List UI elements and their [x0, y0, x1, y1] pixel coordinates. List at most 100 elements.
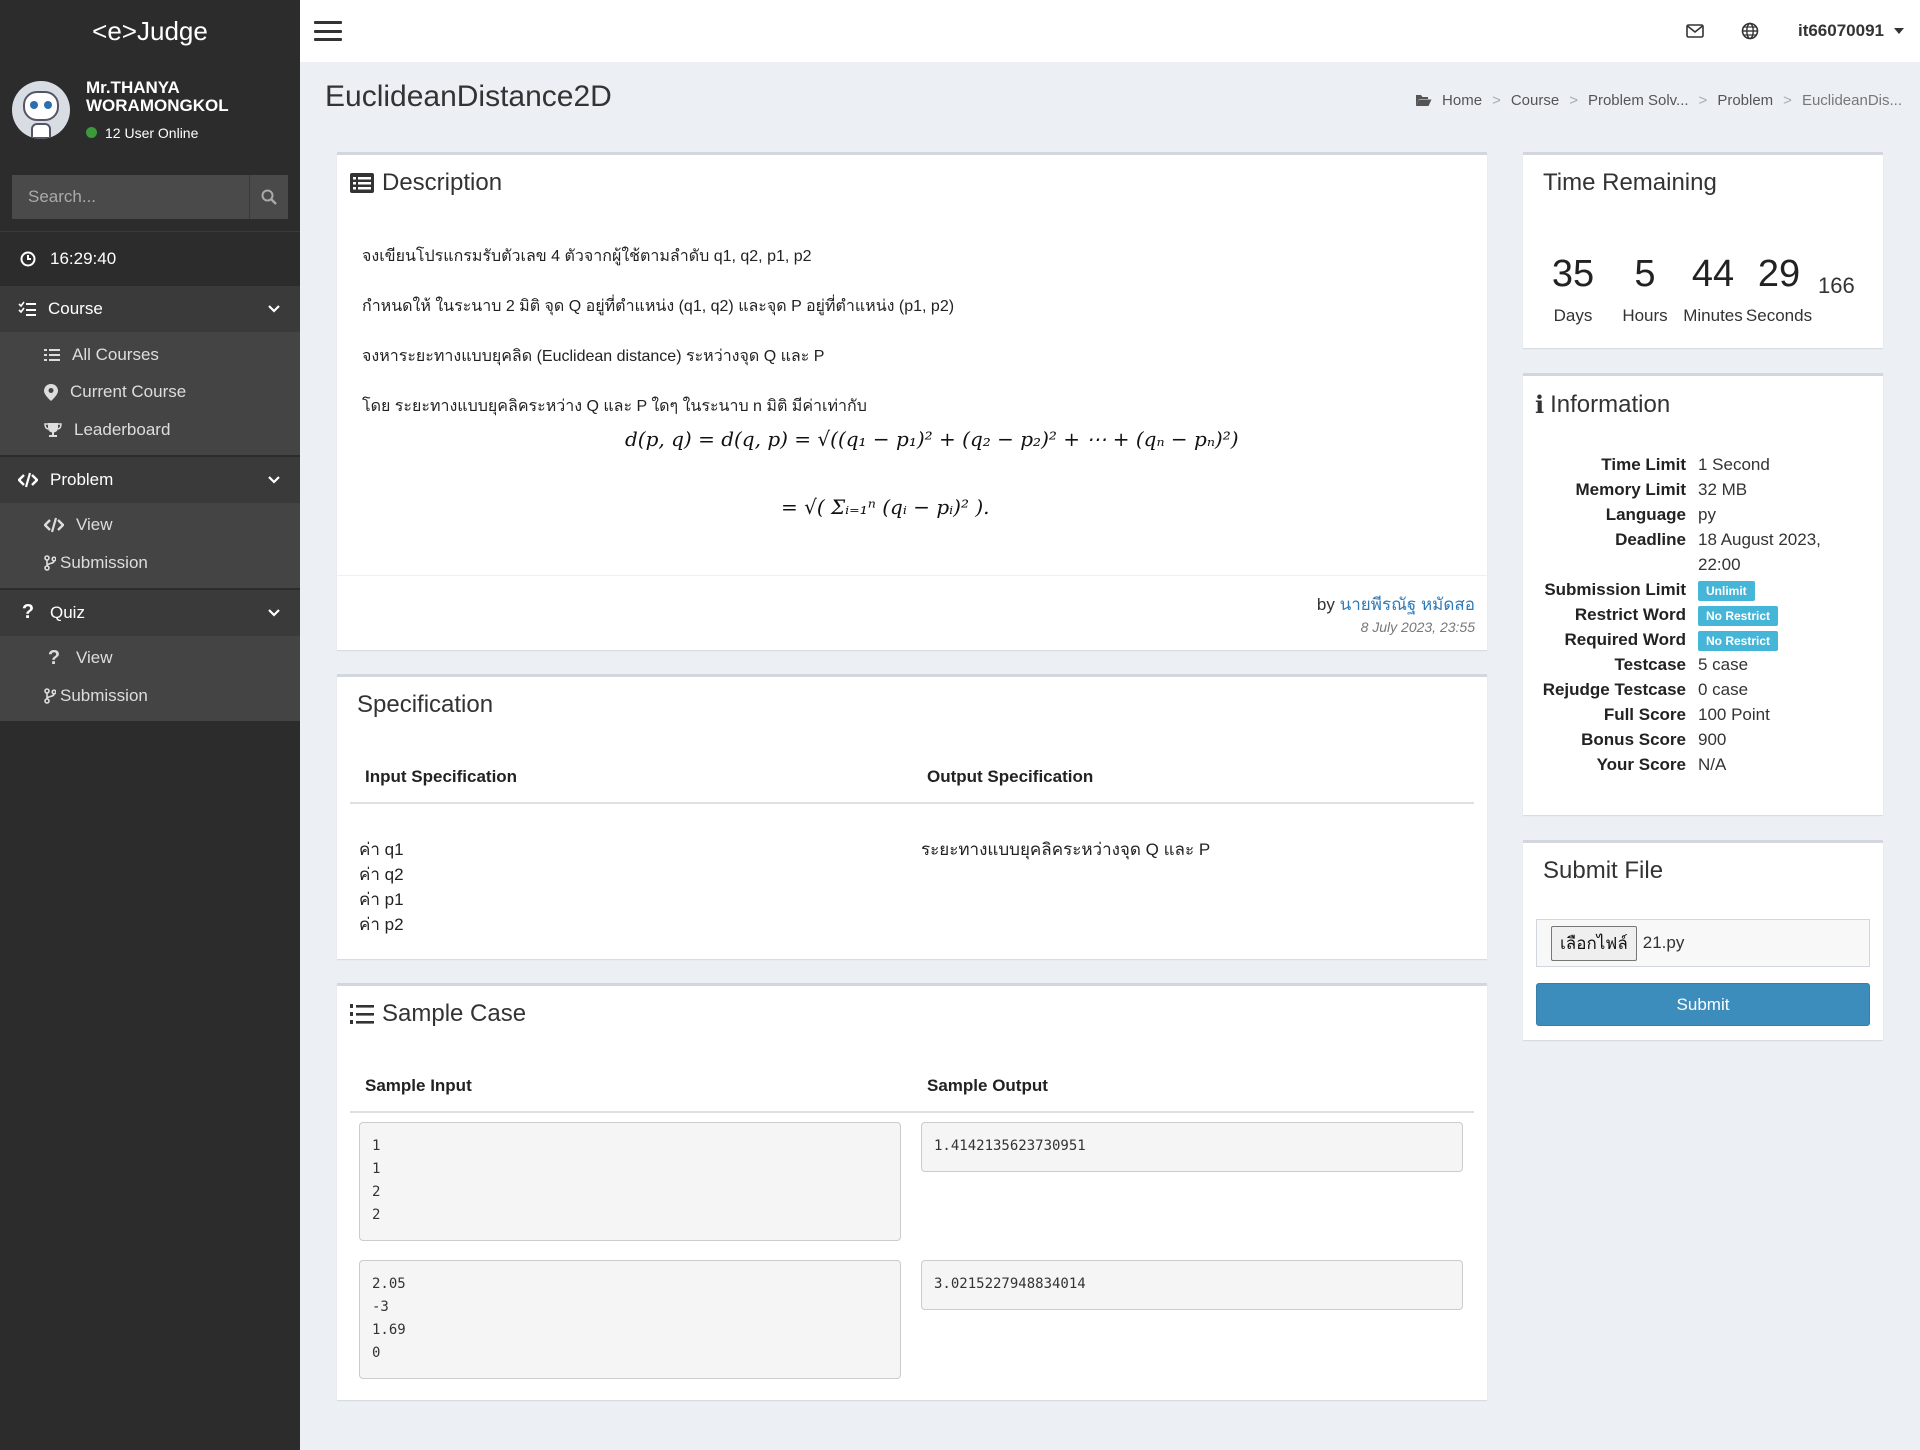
chevron-down-icon [268, 475, 280, 484]
choose-file-button[interactable]: เลือกไฟล์ [1551, 925, 1637, 961]
info-key: Full Score [1603, 705, 1686, 724]
countdown: 35 Days 5 Hours 44 Minutes 29 Seconds [1543, 253, 1813, 326]
sidebar-item-quiz-submission[interactable]: Submission [0, 677, 300, 715]
publish-date: 8 July 2023, 23:55 [1360, 619, 1475, 635]
breadcrumb-home[interactable]: Home [1442, 92, 1482, 109]
file-input[interactable]: เลือกไฟล์ 21.py [1536, 919, 1870, 967]
info-key: Restrict Word [1574, 605, 1686, 624]
list-ol-icon [350, 1004, 374, 1024]
info-key: Testcase [1614, 655, 1686, 674]
sidebar-problem-label: Problem [50, 469, 114, 489]
code-icon [44, 517, 64, 533]
sidebar-item-course[interactable]: Course [0, 286, 300, 332]
language-button[interactable] [1723, 22, 1778, 40]
sidebar-quiz-view-label: View [76, 648, 113, 668]
sample-input-1: 1 1 2 2 [359, 1122, 901, 1241]
sample-case-box: Sample Case Sample Input Sample Output 1… [337, 983, 1487, 1400]
envelope-icon [1686, 24, 1705, 38]
input-spec-item: ค่า p2 [359, 915, 404, 934]
info-value: py [1698, 505, 1716, 524]
input-spec-item: ค่า q2 [359, 865, 404, 884]
course-submenu: All Courses Current Course Leaderboard [0, 332, 300, 455]
countdown-seconds-label: Seconds [1745, 306, 1813, 325]
clock-icon [20, 251, 36, 267]
author-prefix: by [1316, 595, 1335, 614]
sidebar-current-course-label: Current Course [70, 382, 187, 402]
selected-file-name: 21.py [1642, 933, 1685, 952]
sidebar-leaderboard-label: Leaderboard [74, 419, 171, 439]
list-alt-icon [350, 173, 374, 193]
countdown-minutes: 44 [1691, 253, 1735, 295]
countdown-seconds: 29 [1757, 253, 1801, 295]
mail-button[interactable] [1668, 24, 1723, 38]
brand-logo[interactable]: <e>Judge [0, 0, 300, 62]
user-menu[interactable]: it66070091 [1798, 21, 1904, 41]
description-paragraph-4: โดย ระยะทางแบบยุคลิคระหว่าง Q และ P ใดๆ … [362, 398, 867, 415]
countdown-milliseconds: 166 [1818, 273, 1855, 298]
information-box: i Information Time Limit 1 Second Memory … [1523, 373, 1883, 815]
submit-button[interactable]: Submit [1536, 983, 1870, 1026]
countdown-hours: 5 [1634, 253, 1656, 295]
map-marker-icon [44, 383, 58, 401]
sidebar-quiz-submission-label: Submission [60, 685, 148, 705]
menu-toggle-icon[interactable] [314, 21, 342, 41]
online-dot-icon [86, 127, 97, 138]
sample-case-title: Sample Case [382, 1000, 527, 1027]
online-status: 12 User Online [86, 125, 229, 141]
specification-title: Specification [357, 691, 494, 718]
time-remaining-title: Time Remaining [1543, 169, 1717, 196]
countdown-minutes-label: Minutes [1683, 306, 1743, 325]
info-key: Memory Limit [1575, 480, 1686, 499]
sidebar-item-current-course[interactable]: Current Course [0, 374, 300, 412]
info-value: 18 August 2023, 22:00 [1698, 530, 1821, 574]
info-key: Submission Limit [1544, 580, 1686, 599]
status-badge: Unlimit [1698, 581, 1755, 601]
sidebar-course-label: Course [48, 299, 103, 318]
topbar: it66070091 [300, 0, 1920, 62]
author-line: by นายพีรณัฐ หมัดสอ [1317, 591, 1475, 618]
username: it66070091 [1797, 21, 1884, 40]
breadcrumb-course-name[interactable]: Problem Solv... [1588, 92, 1689, 109]
code-branch-icon [44, 687, 56, 704]
input-spec-item: ค่า p1 [359, 890, 404, 909]
folder-open-icon [1416, 95, 1432, 106]
status-badge: No Restrict [1698, 631, 1779, 651]
input-spec-header: Input Specification [365, 767, 518, 786]
user-name-line2: WORAMONGKOL [86, 95, 229, 115]
list-icon [44, 348, 60, 361]
sidebar-problem-submission-label: Submission [60, 552, 148, 572]
sidebar-item-quiz-view[interactable]: ? View [0, 640, 300, 678]
sidebar-item-quiz[interactable]: ? Quiz [0, 589, 300, 636]
description-paragraph-1: จงเขียนโปรแกรมรับตัวเลข 4 ตัวจากผู้ใช้ตา… [362, 248, 812, 265]
author-link[interactable]: นายพีรณัฐ หมัดสอ [1340, 595, 1475, 614]
sidebar-item-all-courses[interactable]: All Courses [0, 336, 300, 374]
breadcrumb-course[interactable]: Course [1511, 92, 1559, 109]
description-paragraph-3: จงหาระยะทางแบบยุคลิด (Euclidean distance… [362, 348, 825, 365]
search-button[interactable] [249, 175, 288, 219]
info-key: Your Score [1596, 755, 1686, 774]
info-key: Deadline [1615, 530, 1686, 549]
problem-submenu: View Submission [0, 502, 300, 588]
info-key: Required Word [1564, 630, 1686, 649]
caret-down-icon [1894, 28, 1904, 34]
sidebar-item-problem-view[interactable]: View [0, 507, 300, 545]
breadcrumb-problem[interactable]: Problem [1717, 92, 1773, 109]
description-paragraph-2: กำหนดให้ ในระนาบ 2 มิติ จุด Q อยู่ที่ตำแ… [362, 298, 955, 315]
sidebar-item-problem-submission[interactable]: Submission [0, 544, 300, 582]
description-box: Description จงเขียนโปรแกรมรับตัวเลข 4 ตั… [337, 152, 1487, 650]
sidebar-all-courses-label: All Courses [72, 344, 159, 364]
code-branch-icon [44, 554, 56, 571]
clock: 16:29:40 [0, 231, 300, 286]
sample-input-header: Sample Input [365, 1076, 472, 1095]
online-count: 12 User Online [105, 124, 199, 141]
sidebar-item-problem[interactable]: Problem [0, 456, 300, 503]
specification-box: Specification Input Specification Output… [337, 674, 1487, 959]
time-remaining-box: Time Remaining 35 Days 5 Hours 44 Minute… [1523, 152, 1883, 348]
search-input[interactable] [12, 175, 249, 219]
sample-output-header: Sample Output [927, 1076, 1048, 1095]
chevron-down-icon [268, 608, 280, 617]
quiz-submenu: ? View Submission [0, 635, 300, 721]
sidebar-item-leaderboard[interactable]: Leaderboard [0, 411, 300, 449]
information-title: Information [1550, 390, 1671, 418]
input-spec-list: ค่า q1 ค่า q2 ค่า p1 ค่า p2 [359, 837, 404, 937]
